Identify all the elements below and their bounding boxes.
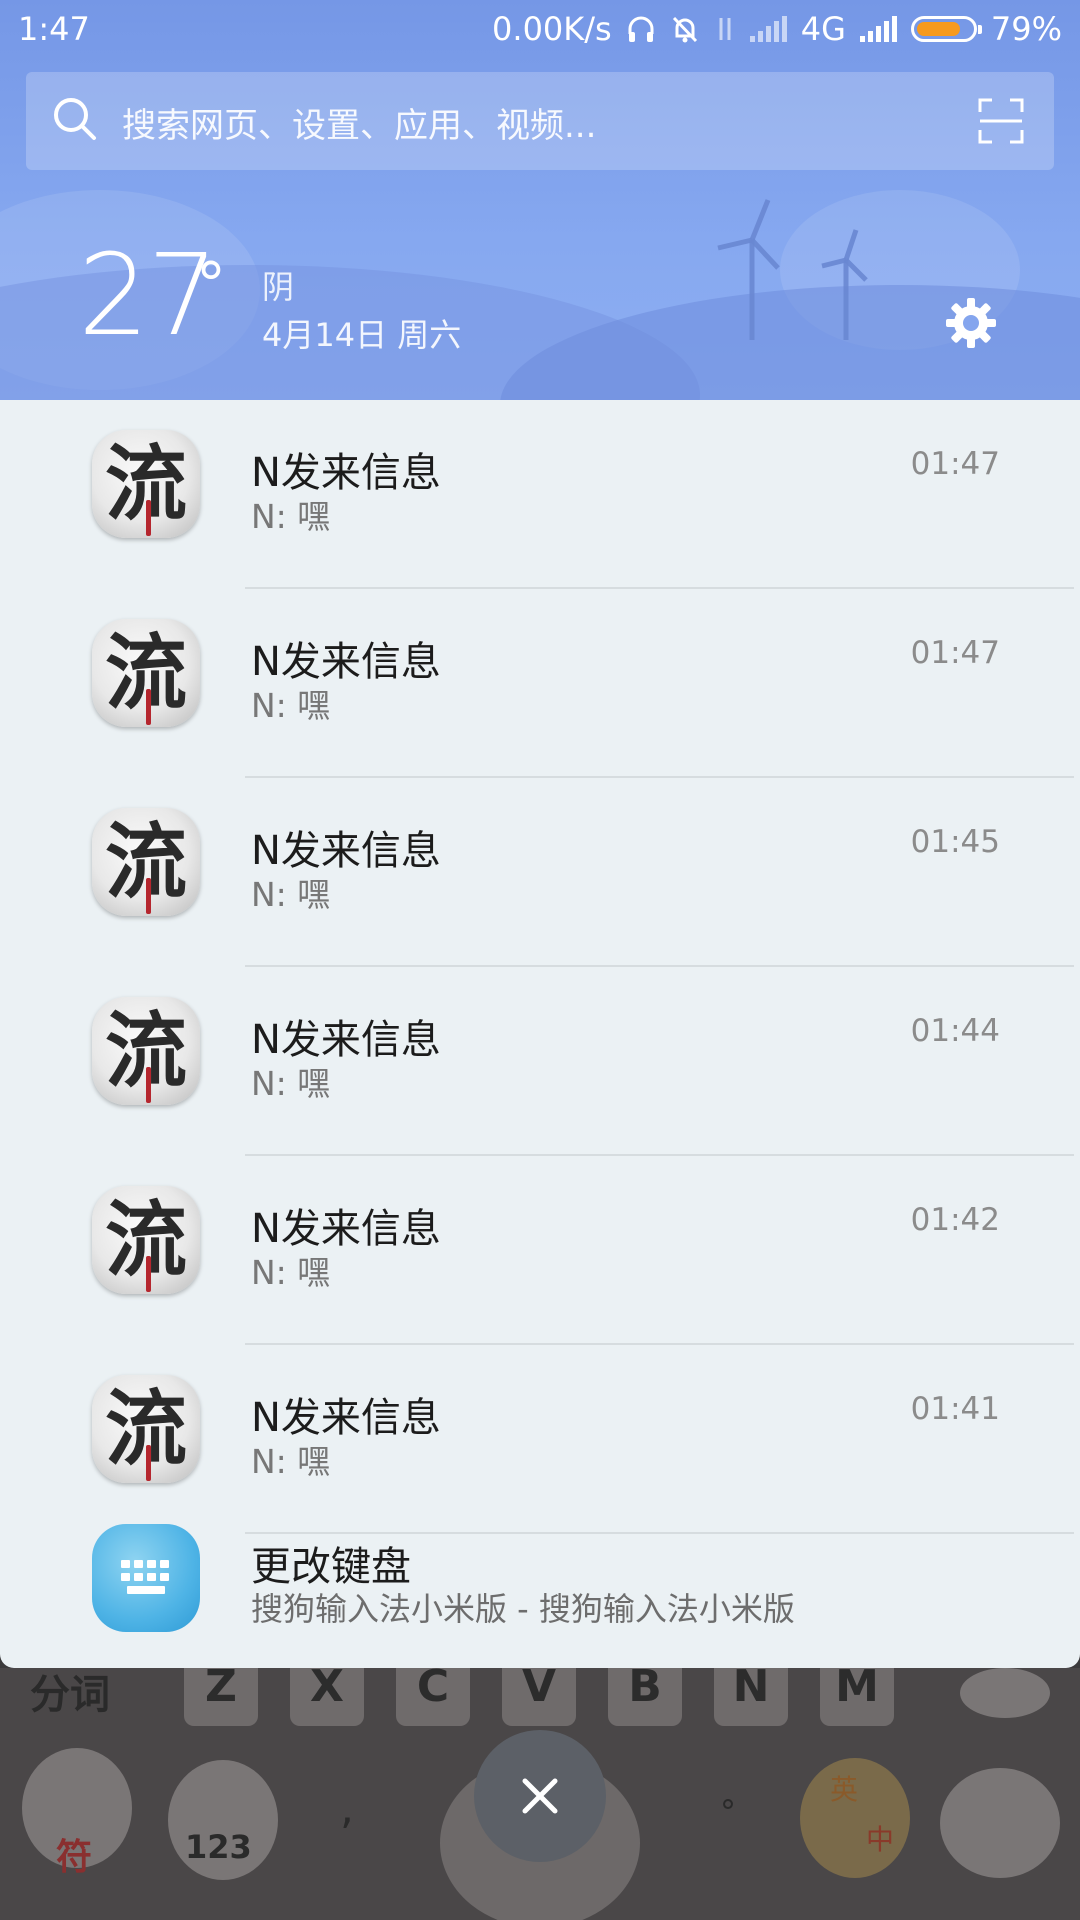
close-icon	[522, 1778, 558, 1814]
search-placeholder: 搜索网页、设置、应用、视频...	[122, 106, 597, 146]
keyboard-key: N	[714, 1668, 788, 1726]
delete-key-decoration	[960, 1668, 1050, 1718]
notification-text: N: 嘿	[251, 1442, 331, 1481]
signal-icon	[859, 16, 897, 42]
keyboard-key: C	[396, 1668, 470, 1726]
symbol-key: 符	[56, 1837, 93, 1878]
status-indicators: 0.00K/s 4G 79%	[492, 10, 1062, 48]
notification-item[interactable]: 流 N发来信息 N: 嘿 01:45	[0, 778, 1080, 967]
keyboard-key: B	[608, 1668, 682, 1726]
bell-off-icon	[672, 16, 697, 43]
net-speed: 0.00K/s	[492, 10, 612, 48]
lang-key-top: 英	[830, 1773, 859, 1806]
battery-percent: 79%	[990, 10, 1062, 48]
degree-symbol: °	[196, 250, 226, 320]
notification-list: 流 N发来信息 N: 嘿 01:47 流 N发来信息 N: 嘿 01:47 流 N发来信息 N: 嘿…	[0, 400, 1080, 1668]
search-icon	[54, 98, 96, 140]
search-bar[interactable]: 搜索网页、设置、应用、视频...	[26, 72, 1054, 170]
avatar: 流	[92, 1186, 200, 1294]
notification-time: 01:41	[910, 1391, 1000, 1427]
date: 4月14日 周六	[262, 316, 462, 354]
keyboard-left-label: 分词	[30, 1672, 110, 1718]
notification-time: 01:47	[910, 635, 1000, 671]
weather-condition: 阴	[262, 268, 295, 306]
avatar: 流	[92, 619, 200, 727]
keyboard-notification[interactable]: 更改键盘 搜狗输入法小米版 - 搜狗输入法小米版	[0, 1524, 1080, 1668]
notification-text: N: 嘿	[251, 497, 331, 536]
keyboard-icon	[92, 1524, 200, 1632]
status-bar: 1:47 0.00K/s 4G 79%	[0, 0, 1080, 62]
keyboard-key: M	[820, 1668, 894, 1726]
keyboard-key: V	[502, 1668, 576, 1726]
windmill-decoration	[717, 199, 868, 340]
notification-time: 01:45	[910, 824, 1000, 860]
notification-item[interactable]: 流 N发来信息 N: 嘿 01:47	[0, 400, 1080, 589]
avatar: 流	[92, 1375, 200, 1483]
keyboard-key: X	[290, 1668, 364, 1726]
comma-key: ,	[340, 1783, 354, 1834]
data-arrows-icon	[719, 18, 731, 40]
notification-time: 01:47	[910, 446, 1000, 482]
notification-text: N: 嘿	[251, 1064, 331, 1103]
period-key: °	[720, 1793, 736, 1831]
notification-time: 01:44	[910, 1013, 1000, 1049]
notification-text: N: 嘿	[251, 686, 331, 725]
avatar: 流	[92, 997, 200, 1105]
avatar: 流	[92, 808, 200, 916]
notification-text: N: 嘿	[251, 875, 331, 914]
notification-item[interactable]: 流 N发来信息 N: 嘿 01:47	[0, 589, 1080, 778]
gear-icon[interactable]	[944, 296, 998, 350]
number-key: 123	[185, 1828, 252, 1866]
notification-time: 01:42	[910, 1202, 1000, 1238]
headphones-icon	[628, 16, 654, 42]
enter-key-decoration	[940, 1768, 1060, 1878]
signal-icon	[749, 16, 787, 42]
avatar: 流	[92, 430, 200, 538]
notification-header: 1:47 0.00K/s 4G 79% 搜索网页、设置、应用、视频... 27 …	[0, 0, 1080, 400]
keyboard-key: Z	[184, 1668, 258, 1726]
lang-key-bottom: 中	[866, 1823, 895, 1856]
notification-item[interactable]: 流 N发来信息 N: 嘿 01:42	[0, 1156, 1080, 1345]
notification-text: N: 嘿	[251, 1253, 331, 1292]
close-button[interactable]	[474, 1730, 606, 1862]
notification-item[interactable]: 流 N发来信息 N: 嘿 01:41	[0, 1345, 1080, 1534]
notification-item[interactable]: 流 N发来信息 N: 嘿 01:44	[0, 967, 1080, 1156]
network-type: 4G	[800, 10, 846, 48]
status-time: 1:47	[18, 10, 90, 48]
scan-icon[interactable]	[978, 98, 1024, 144]
battery-icon	[910, 16, 982, 42]
notification-text: 搜狗输入法小米版 - 搜狗输入法小米版	[251, 1590, 795, 1628]
